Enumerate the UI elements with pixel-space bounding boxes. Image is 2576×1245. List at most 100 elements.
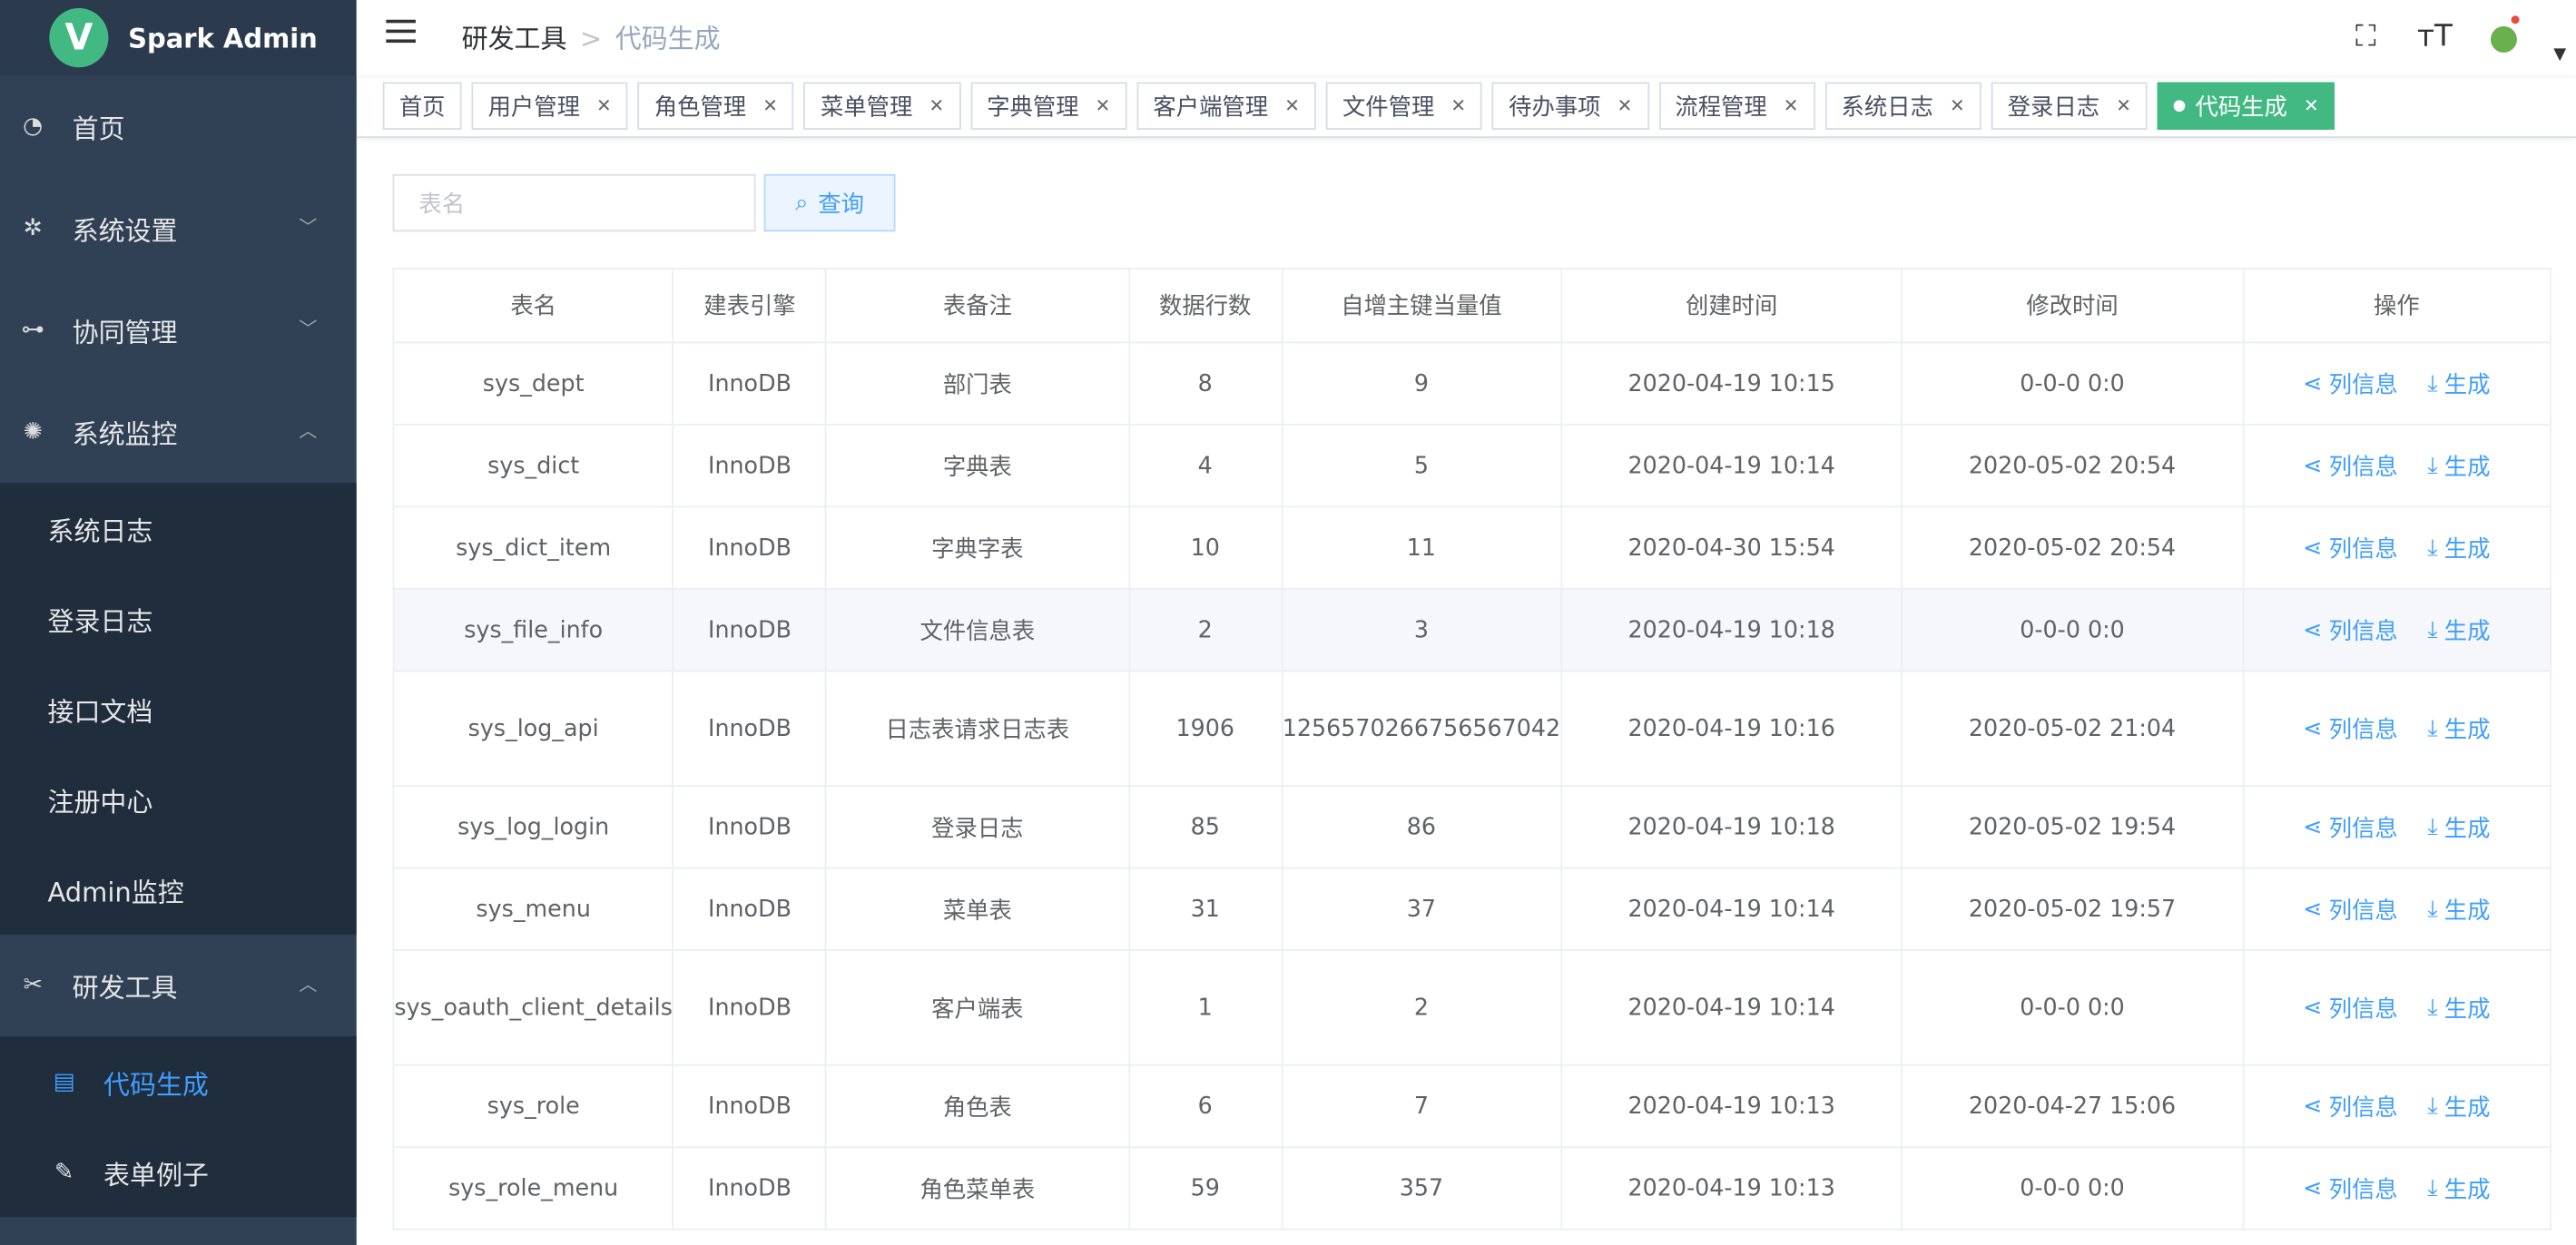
font-size-icon[interactable]: ᴛT [2415, 16, 2454, 55]
sidebar-item-monitor[interactable]: ✺ 系统监控 ︿ [0, 381, 357, 483]
table-cell: 37 [1280, 867, 1562, 951]
column-info-link[interactable]: ⋖ 列信息 [2303, 368, 2397, 400]
sidebar-item-codegen[interactable]: ▤ 代码生成 [0, 1036, 357, 1127]
table-cell: 客户端表 [825, 949, 1130, 1066]
fullscreen-icon[interactable]: ⛶ [2346, 16, 2385, 55]
table-row[interactable]: sys_file_info InnoDB 文件信息表 2 3 2020-04-19 10:… [392, 587, 2551, 672]
breadcrumb-separator: > [579, 23, 603, 54]
chevron-up-icon: ︿ [299, 420, 318, 442]
column-info-link[interactable]: ⋖ 列信息 [2303, 893, 2397, 926]
close-icon[interactable]: ✕ [1096, 95, 1111, 117]
column-info-link[interactable]: ⋖ 列信息 [2303, 449, 2397, 482]
table-cell: sys_menu [392, 867, 674, 951]
table-row[interactable]: sys_menu InnoDB 菜单表 31 37 2020-04-19 10:14 202… [392, 867, 2551, 951]
generate-link[interactable]: ⤓ 生成 [2427, 613, 2490, 646]
table-row[interactable]: sys_log_login InnoDB 登录日志 85 86 2020-04-19 10… [392, 785, 2551, 869]
sidebar-item-apidoc[interactable]: 接口文档 [0, 663, 357, 754]
caret-down-icon[interactable]: ▼ [2553, 46, 2566, 64]
table-cell: 9 [1280, 341, 1562, 426]
table-cell: 1256570266756567042 [1280, 670, 1562, 787]
table-cell: 2020-05-02 21:04 [1901, 670, 2244, 787]
generate-link[interactable]: ⤓ 生成 [2427, 810, 2490, 843]
close-icon[interactable]: ✕ [929, 95, 944, 117]
close-icon[interactable]: ✕ [1450, 95, 1466, 117]
table-cell: 86 [1280, 785, 1562, 869]
table-row[interactable]: sys_role InnoDB 角色表 6 7 2020-04-19 10:13 2020-… [392, 1064, 2551, 1149]
tag-home[interactable]: 首页 [382, 82, 462, 130]
sidebar-item-form-example[interactable]: ✎ 表单例子 [0, 1127, 357, 1218]
table-cell: InnoDB [672, 341, 827, 426]
sidebar-item-settings[interactable]: ✲ 系统设置 ﹀ [0, 177, 357, 279]
close-icon[interactable]: ✕ [2116, 95, 2131, 117]
search-bar: ⌕ 查询 [392, 173, 2551, 232]
brand-title: Spark Admin [128, 22, 318, 54]
table-row[interactable]: sys_dict_item InnoDB 字典字表 10 11 2020-04-30 15… [392, 505, 2551, 590]
close-icon[interactable]: ✕ [1950, 95, 1965, 117]
close-icon[interactable]: ✕ [1617, 95, 1633, 117]
column-info-link[interactable]: ⋖ 列信息 [2303, 1171, 2397, 1204]
sidebar-item-collab[interactable]: ⊶ 协同管理 ﹀ [0, 279, 357, 381]
tag-menu[interactable]: 菜单管理 ✕ [803, 82, 961, 130]
header-tools: ⛶ ᴛT [2346, 13, 2523, 59]
tag-user[interactable]: 用户管理 ✕ [471, 82, 628, 130]
generate-link[interactable]: ⤓ 生成 [2427, 893, 2490, 926]
brand[interactable]: V Spark Admin [0, 0, 357, 76]
generate-link[interactable]: ⤓ 生成 [2427, 449, 2490, 482]
download-icon: ⤓ [2427, 616, 2438, 643]
close-icon[interactable]: ✕ [596, 95, 612, 117]
table-row[interactable]: sys_log_api InnoDB 日志表请求日志表 1906 12565702667… [392, 670, 2551, 787]
generate-link[interactable]: ⤓ 生成 [2427, 991, 2490, 1024]
table-row[interactable]: sys_dept InnoDB 部门表 8 9 2020-04-19 10:15 0-0-0… [392, 341, 2551, 426]
tag-syslog[interactable]: 系统日志 ✕ [1824, 82, 1981, 130]
sidebar-item-home[interactable]: ◔ 首页 [0, 75, 357, 177]
column-info-link[interactable]: ⋖ 列信息 [2303, 712, 2397, 745]
generate-link[interactable]: ⤓ 生成 [2427, 532, 2490, 564]
column-info-link[interactable]: ⋖ 列信息 [2303, 810, 2397, 843]
tag-file[interactable]: 文件管理 ✕ [1325, 82, 1483, 130]
generate-link[interactable]: ⤓ 生成 [2427, 712, 2490, 745]
sidebar-item-label: 系统日志 [47, 515, 153, 546]
main-content: ⌕ 查询 表名建表引擎表备注数据行数自增主键当量值创建时间修改时间操作 sys_… [392, 173, 2551, 1230]
hamburger-icon[interactable] [386, 19, 416, 44]
column-info-link[interactable]: ⋖ 列信息 [2303, 613, 2397, 646]
avatar[interactable] [2484, 13, 2523, 59]
sidebar-item-devtools[interactable]: ✂ 研发工具 ︿ [0, 935, 357, 1036]
table-cell: 2020-05-02 19:57 [1901, 867, 2244, 951]
table-cell: 0-0-0 0:0 [1901, 587, 2244, 672]
tag-label: 文件管理 [1342, 94, 1435, 122]
tag-dict[interactable]: 字典管理 ✕ [970, 82, 1127, 130]
sidebar-item-label: 接口文档 [47, 695, 153, 727]
close-icon[interactable]: ✕ [1284, 95, 1300, 117]
ops-cell: ⋖ 列信息 ⤓ 生成 [2241, 867, 2551, 951]
sidebar-item-adminmonitor[interactable]: Admin监控 [0, 844, 357, 935]
sidebar-item-loginlog[interactable]: 登录日志 [0, 573, 357, 664]
tags-view: 首页 用户管理 ✕ 角色管理 ✕ 菜单管理 ✕ 字典管理 ✕ 客户端管理 ✕ 文件管理 ✕ … [356, 75, 2576, 139]
tag-codegen[interactable]: 代码生成 ✕ [2157, 82, 2335, 130]
chevron-up-icon: ︿ [299, 974, 318, 995]
chevron-down-icon: ﹀ [299, 216, 318, 239]
tag-client[interactable]: 客户端管理 ✕ [1136, 82, 1316, 130]
close-icon[interactable]: ✕ [2304, 95, 2319, 117]
table-cell: 1 [1127, 949, 1283, 1066]
sidebar-item-syslog[interactable]: 系统日志 [0, 483, 357, 573]
sidebar-item-label: 系统设置 [72, 215, 178, 247]
table-name-input[interactable] [392, 173, 756, 232]
tag-loginlog[interactable]: 登录日志 ✕ [1991, 82, 2148, 130]
tag-role[interactable]: 角色管理 ✕ [637, 82, 795, 130]
generate-link[interactable]: ⤓ 生成 [2427, 1090, 2490, 1122]
tag-flow[interactable]: 流程管理 ✕ [1658, 82, 1815, 130]
table-row[interactable]: sys_role_menu InnoDB 角色菜单表 59 357 2020-04-19 … [392, 1146, 2551, 1230]
generate-link[interactable]: ⤓ 生成 [2427, 368, 2490, 400]
sidebar-item-registry[interactable]: 注册中心 [0, 754, 357, 845]
table-row[interactable]: sys_oauth_client_details InnoDB 客户端表 1 2 2020… [392, 949, 2551, 1066]
generate-link[interactable]: ⤓ 生成 [2427, 1171, 2490, 1204]
close-icon[interactable]: ✕ [1784, 95, 1799, 117]
column-info-link[interactable]: ⋖ 列信息 [2303, 991, 2397, 1024]
query-button[interactable]: ⌕ 查询 [763, 173, 896, 232]
column-info-link[interactable]: ⋖ 列信息 [2303, 532, 2397, 564]
column-info-link[interactable]: ⋖ 列信息 [2303, 1090, 2397, 1122]
share-icon: ⋖ [2303, 896, 2323, 923]
table-row[interactable]: sys_dict InnoDB 字典表 4 5 2020-04-19 10:14 2020-… [392, 423, 2551, 508]
tag-todo[interactable]: 待办事项 ✕ [1492, 82, 1649, 130]
close-icon[interactable]: ✕ [762, 95, 778, 117]
